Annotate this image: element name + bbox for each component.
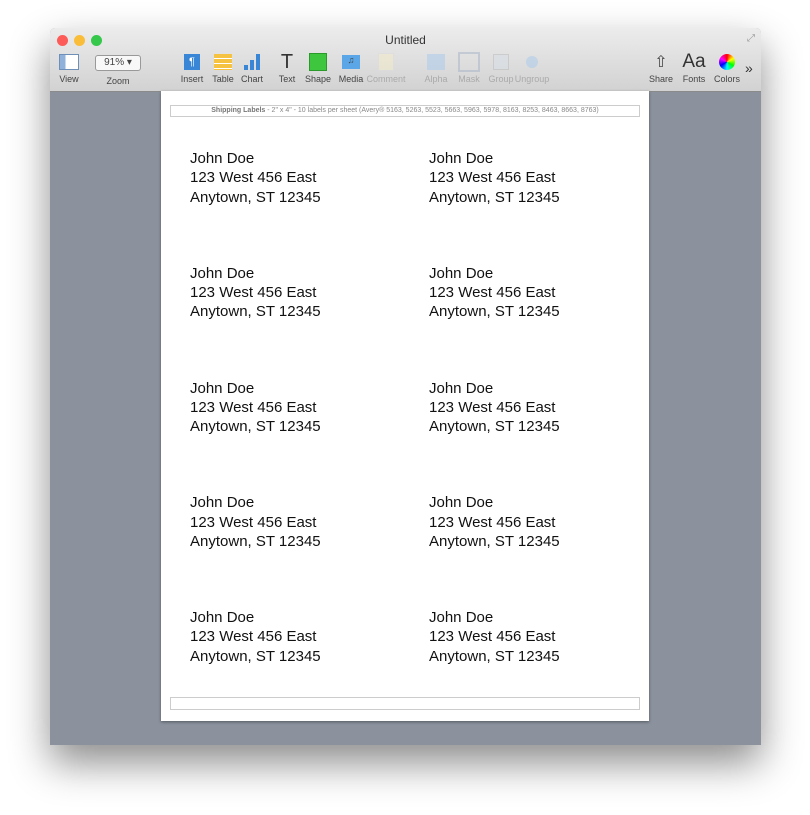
comment-icon <box>366 52 406 72</box>
zoom-select[interactable]: 91% ▾ Zoom <box>92 52 144 86</box>
address-label[interactable]: John Doe 123 West 456 East Anytown, ST 123… <box>190 264 321 322</box>
toolbar: Untitled ⤢ View 91% ▾ Zoom ¶ Insert Table C… <box>50 28 761 92</box>
tool-label: Ungroup <box>514 74 550 84</box>
label-street: 123 West 456 East <box>429 284 556 302</box>
label-city: Anytown, ST 12345 <box>190 188 321 206</box>
tool-ungroup[interactable]: Ungroup <box>512 52 552 84</box>
address-label[interactable]: John Doe 123 West 456 East Anytown, ST 123… <box>429 149 560 207</box>
label-city: Anytown, ST 12345 <box>429 418 560 436</box>
tool-comment[interactable]: Comment <box>366 52 406 84</box>
address-label[interactable]: John Doe 123 West 456 East Anytown, ST 123… <box>190 493 321 551</box>
document-page[interactable]: Shipping Labels - 2" x 4" - 10 labels pe… <box>161 91 649 721</box>
label-street: 123 West 456 East <box>190 628 317 646</box>
colors-icon <box>712 52 742 72</box>
template-header: Shipping Labels - 2" x 4" - 10 labels pe… <box>170 105 640 117</box>
view-button[interactable]: View <box>56 52 82 84</box>
label-street: 123 West 456 East <box>429 398 556 416</box>
label-street: 123 West 456 East <box>429 628 556 646</box>
share-button[interactable]: ⇧ Share <box>648 52 674 84</box>
label-name: John Doe <box>429 150 494 167</box>
tool-label: Shape <box>304 74 332 84</box>
address-label[interactable]: John Doe 123 West 456 East Anytown, ST 123… <box>190 149 321 207</box>
label-city: Anytown, ST 12345 <box>429 303 560 321</box>
footer-box <box>170 697 640 710</box>
more-icon[interactable]: » <box>745 60 753 76</box>
address-label[interactable]: John Doe 123 West 456 East Anytown, ST 123… <box>429 379 560 437</box>
zoom-label: Zoom <box>106 76 130 86</box>
fullscreen-icon[interactable]: ⤢ <box>747 33 755 44</box>
label-street: 123 West 456 East <box>190 169 317 187</box>
tool-label: Alpha <box>424 74 448 84</box>
label-name: John Doe <box>190 494 255 512</box>
tool-label: Group <box>488 74 514 84</box>
label-city: Anytown, ST 12345 <box>190 418 321 436</box>
label-name: John Doe <box>190 379 255 397</box>
label-name: John Doe <box>190 609 255 627</box>
fonts-icon: Aa <box>682 51 706 72</box>
tool-label: Chart <box>240 74 263 84</box>
fonts-label: Fonts <box>682 74 706 84</box>
colors-button[interactable]: Colors <box>712 52 742 84</box>
view-label: View <box>59 74 79 84</box>
label-name: John Doe <box>429 264 494 282</box>
label-city: Anytown, ST 12345 <box>190 532 321 550</box>
header-rest: - 2" x 4" - 10 labels per sheet (Avery® … <box>265 107 599 114</box>
fonts-button[interactable]: Aa Fonts <box>680 51 708 84</box>
address-label[interactable]: John Doe 123 West 456 East Anytown, ST 123… <box>190 379 321 437</box>
address-label[interactable]: John Doe 123 West 456 East Anytown, ST 123… <box>429 608 560 666</box>
chart-icon <box>232 52 272 72</box>
address-label[interactable]: John Doe 123 West 456 East Anytown, ST 123… <box>429 264 560 322</box>
label-name: John Doe <box>190 150 255 167</box>
label-street: 123 West 456 East <box>429 513 556 531</box>
share-label: Share <box>648 74 674 84</box>
label-street: 123 West 456 East <box>190 513 317 531</box>
tool-label: Media <box>338 74 364 84</box>
zoom-value: 91% <box>104 57 125 68</box>
tool-label: Comment <box>366 74 406 84</box>
label-street: 123 West 456 East <box>190 284 317 302</box>
minimize-button[interactable] <box>74 35 85 46</box>
label-name: John Doe <box>190 264 255 282</box>
label-city: Anytown, ST 12345 <box>190 303 321 321</box>
tool-label: Text <box>278 74 296 84</box>
tool-label: Insert <box>180 74 204 84</box>
zoom-window-button[interactable] <box>91 35 102 46</box>
label-city: Anytown, ST 12345 <box>429 532 560 550</box>
tool-chart[interactable]: Chart <box>232 52 272 84</box>
tool-media[interactable]: ♫ Media <box>331 52 371 84</box>
view-icon <box>56 52 82 72</box>
colors-label: Colors <box>713 74 740 84</box>
app-window: Untitled ⤢ View 91% ▾ Zoom ¶ Insert Table C… <box>50 28 761 745</box>
address-label[interactable]: John Doe 123 West 456 East Anytown, ST 123… <box>429 493 560 551</box>
window-title: Untitled <box>385 33 426 47</box>
label-name: John Doe <box>429 494 494 512</box>
share-icon: ⇧ <box>654 54 668 71</box>
tool-label: Table <box>212 74 234 84</box>
address-label[interactable]: John Doe 123 West 456 East Anytown, ST 123… <box>190 608 321 666</box>
close-button[interactable] <box>57 35 68 46</box>
label-street: 123 West 456 East <box>190 398 317 416</box>
label-city: Anytown, ST 12345 <box>190 647 321 665</box>
label-city: Anytown, ST 12345 <box>429 188 560 206</box>
label-name: John Doe <box>429 379 494 397</box>
tool-label: Mask <box>458 74 480 84</box>
media-icon: ♫ <box>331 52 371 72</box>
ungroup-icon <box>512 52 552 72</box>
label-street: 123 West 456 East <box>429 169 556 187</box>
label-city: Anytown, ST 12345 <box>429 647 560 665</box>
label-name: John Doe <box>429 609 494 627</box>
header-bold: Shipping Labels <box>211 107 266 114</box>
